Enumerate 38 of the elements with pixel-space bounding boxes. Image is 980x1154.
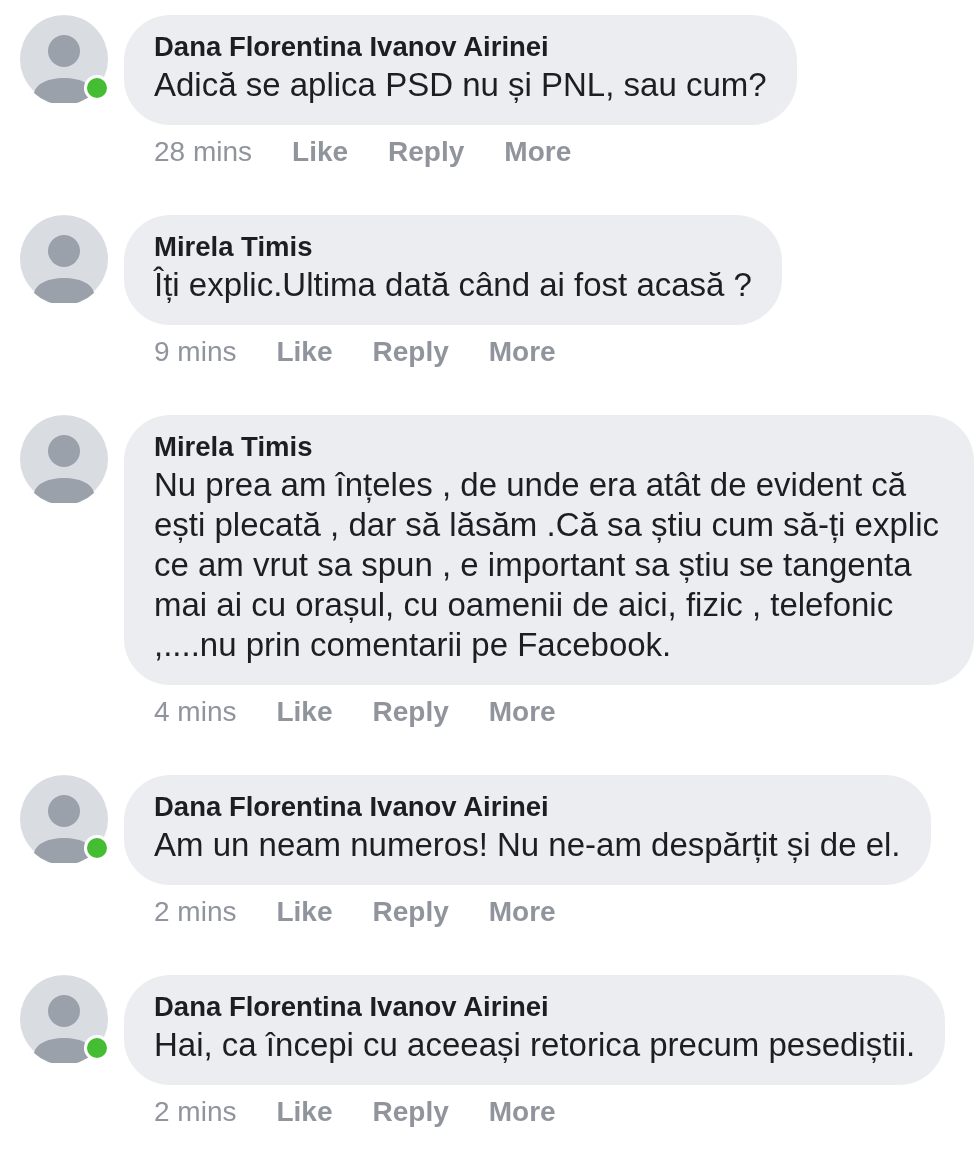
avatar-icon[interactable] bbox=[20, 15, 108, 103]
comment-time: 28 mins bbox=[154, 135, 253, 169]
online-status-dot bbox=[84, 835, 110, 861]
author-name[interactable]: Mirela Timis bbox=[154, 429, 944, 465]
comment-time: 2 mins bbox=[154, 1095, 237, 1129]
avatar-icon[interactable] bbox=[20, 775, 108, 863]
author-name[interactable]: Dana Florentina Ivanov Airinei bbox=[154, 29, 767, 65]
comment-time: 2 mins bbox=[154, 895, 237, 929]
reply-link[interactable]: Reply bbox=[372, 1095, 449, 1129]
comment-text: Îți explic.Ultima dată când ai fost acasă ? bbox=[154, 265, 752, 305]
like-link[interactable]: Like bbox=[276, 335, 333, 369]
author-name[interactable]: Mirela Timis bbox=[154, 229, 752, 265]
more-link[interactable]: More bbox=[488, 1095, 556, 1129]
like-link[interactable]: Like bbox=[292, 135, 349, 169]
reply-link[interactable]: Reply bbox=[372, 335, 449, 369]
reply-link[interactable]: Reply bbox=[372, 895, 449, 929]
comment-time: 9 mins bbox=[154, 335, 237, 369]
comment-text: Hai, ca începi cu aceeași retorica precum pesediștii. bbox=[154, 1025, 916, 1065]
comment-text: Am un neam numeros! Nu ne-am despărțit și de el. bbox=[154, 825, 901, 865]
reply-link[interactable]: Reply bbox=[372, 695, 449, 729]
comment-time: 4 mins bbox=[154, 695, 237, 729]
like-link[interactable]: Like bbox=[276, 1095, 333, 1129]
author-name[interactable]: Dana Florentina Ivanov Airinei bbox=[154, 789, 901, 825]
author-name[interactable]: Dana Florentina Ivanov Airinei bbox=[154, 989, 916, 1025]
online-status-dot bbox=[84, 75, 110, 101]
comment-text: Adică se aplica PSD nu și PNL, sau cum? bbox=[154, 65, 767, 105]
more-link[interactable]: More bbox=[488, 695, 556, 729]
reply-link[interactable]: Reply bbox=[388, 135, 465, 169]
like-link[interactable]: Like bbox=[276, 695, 333, 729]
comment-text: Nu prea am înțeles , de unde era atât de evident că ești plecată , dar să lăsăm .Că sa știu cum să-ți explic ce am vrut sa spun , e important sa știu se tangenta mai ai cu orașul, cu oamenii de aici, fizic , telefonic ,....nu prin comentarii pe Facebook. bbox=[154, 465, 940, 665]
more-link[interactable]: More bbox=[488, 335, 556, 369]
like-link[interactable]: Like bbox=[276, 895, 333, 929]
avatar-icon[interactable] bbox=[20, 415, 108, 503]
avatar-icon[interactable] bbox=[20, 975, 108, 1063]
more-link[interactable]: More bbox=[504, 135, 572, 169]
avatar-icon[interactable] bbox=[20, 215, 108, 303]
more-link[interactable]: More bbox=[488, 895, 556, 929]
online-status-dot bbox=[84, 1035, 110, 1061]
